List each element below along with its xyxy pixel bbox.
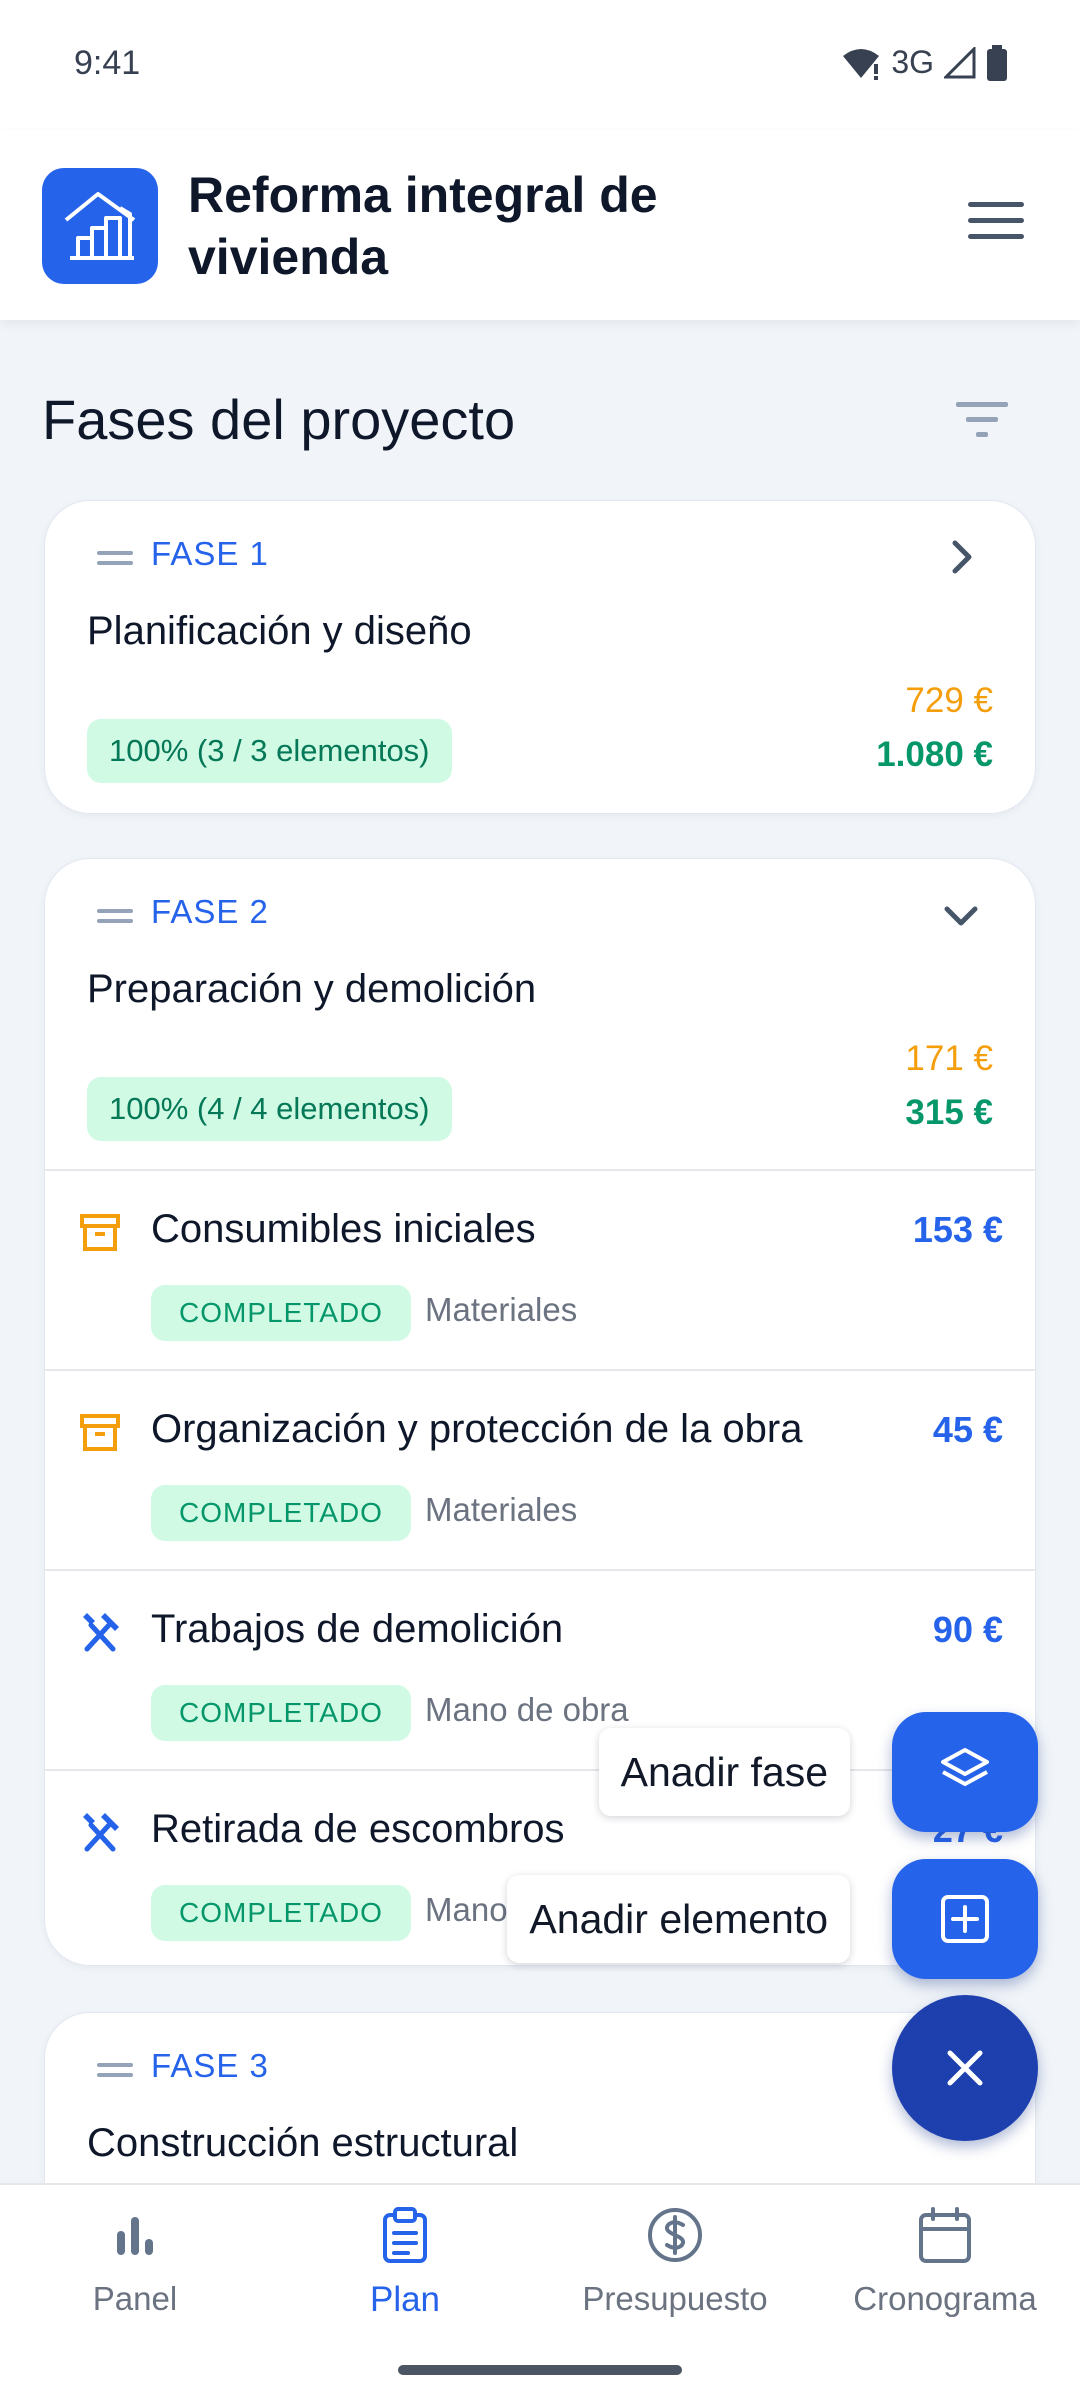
nav-label: Panel: [92, 2280, 178, 2317]
nav-label: Plan: [369, 2280, 441, 2319]
chevron-down-icon[interactable]: [941, 895, 981, 935]
bar-chart-icon: [117, 2217, 153, 2255]
tools-icon: [83, 1613, 119, 1652]
nav-item-cronograma[interactable]: Cronograma: [810, 2205, 1080, 2318]
item-category: Materiales: [425, 1291, 578, 1328]
nav-item-panel[interactable]: Panel: [0, 2205, 270, 2318]
item-name: Retirada de escombros: [151, 1807, 565, 1851]
status-badge: COMPLETADO: [151, 1685, 411, 1741]
app-bar: Reforma integral de vivienda: [0, 130, 1080, 320]
status-badge: COMPLETADO: [151, 1885, 411, 1941]
nav-label: Presupuesto: [582, 2280, 768, 2317]
chevron-right-icon[interactable]: [941, 537, 981, 577]
menu-icon[interactable]: [968, 202, 1024, 250]
nav-item-presupuesto[interactable]: Presupuesto: [540, 2205, 810, 2318]
phase-label: FASE 3: [151, 2047, 269, 2084]
layers-icon: [941, 1748, 989, 1786]
phase-card-1[interactable]: FASE 1 Planificación y diseño 100% (3 / …: [44, 500, 1036, 814]
signal-icon: [944, 46, 976, 78]
phase-label: FASE 1: [151, 535, 269, 572]
app-title: Reforma integral de vivienda: [188, 167, 658, 285]
phase-name: Construcción estructural: [87, 2121, 519, 2165]
phase-header[interactable]: FASE 1 Planificación y diseño 100% (3 / …: [45, 501, 1035, 811]
item-category: Materiales: [425, 1491, 578, 1528]
item-category: Mano de obra: [425, 1691, 629, 1728]
phase-cost-budget: 1.080 €: [876, 735, 993, 774]
status-badge: COMPLETADO: [151, 1285, 411, 1341]
battery-icon: [987, 44, 1007, 81]
status-time: 9:41: [74, 44, 141, 82]
add-item-button[interactable]: [892, 1859, 1038, 1979]
section-header: Fases del proyecto: [42, 380, 1038, 460]
item-name: Consumibles iniciales: [151, 1207, 536, 1251]
list-item[interactable]: Organización y protección de la obra 45 …: [45, 1369, 1035, 1569]
close-icon: [947, 2050, 983, 2086]
tools-icon: [83, 1813, 119, 1852]
phase-cost-budget: 315 €: [905, 1093, 993, 1132]
filter-icon[interactable]: [954, 398, 1010, 442]
item-cost: 153 €: [912, 1209, 1003, 1250]
status-bar: 9:41 3G: [0, 0, 1080, 130]
phase-cost-actual: 729 €: [905, 681, 993, 720]
drag-handle-icon[interactable]: [97, 909, 133, 923]
drag-handle-icon[interactable]: [97, 2063, 133, 2077]
item-name: Organización y protección de la obra: [151, 1407, 803, 1451]
phase-card-2[interactable]: FASE 2 Preparación y demolición 100% (4 …: [44, 858, 1036, 1966]
box-icon: [80, 1414, 120, 1451]
add-item-label[interactable]: Anadir elemento: [507, 1875, 850, 1963]
add-box-icon: [941, 1895, 989, 1943]
list-item[interactable]: Consumibles iniciales 153 € COMPLETADO M…: [45, 1169, 1035, 1369]
phase-header[interactable]: FASE 2 Preparación y demolición 100% (4 …: [45, 859, 1035, 1169]
app-logo-icon: [42, 168, 158, 284]
item-cost: 45 €: [932, 1409, 1003, 1450]
progress-chip: 100% (3 / 3 elementos): [87, 719, 452, 783]
phase-label: FASE 2: [151, 893, 269, 930]
nav-label: Cronograma: [853, 2280, 1037, 2317]
gesture-bar[interactable]: [398, 2365, 682, 2375]
network-type: 3G: [891, 44, 934, 80]
item-cost: 90 €: [932, 1609, 1003, 1650]
nav-item-plan[interactable]: Plan: [270, 2205, 540, 2320]
section-title: Fases del proyecto: [42, 388, 516, 451]
status-icons: 3G: [841, 44, 1008, 81]
phase-cost-actual: 171 €: [905, 1039, 993, 1078]
box-icon: [80, 1214, 120, 1251]
wifi-icon: [843, 48, 880, 80]
status-badge: COMPLETADO: [151, 1485, 411, 1541]
add-phase-button[interactable]: [892, 1712, 1038, 1832]
dollar-icon: [648, 2208, 702, 2262]
add-phase-label[interactable]: Anadir fase: [598, 1728, 850, 1816]
item-name: Trabajos de demolición: [151, 1607, 564, 1651]
phase-name: Preparación y demolición: [87, 967, 537, 1011]
phase-name: Planificación y diseño: [87, 609, 472, 653]
calendar-icon: [919, 2207, 971, 2263]
progress-chip: 100% (4 / 4 elementos): [87, 1077, 452, 1141]
list-item[interactable]: Trabajos de demolición 90 € COMPLETADO M…: [45, 1569, 1035, 1769]
clipboard-icon: [383, 2207, 427, 2263]
close-fab-button[interactable]: [892, 1995, 1038, 2141]
drag-handle-icon[interactable]: [97, 551, 133, 565]
